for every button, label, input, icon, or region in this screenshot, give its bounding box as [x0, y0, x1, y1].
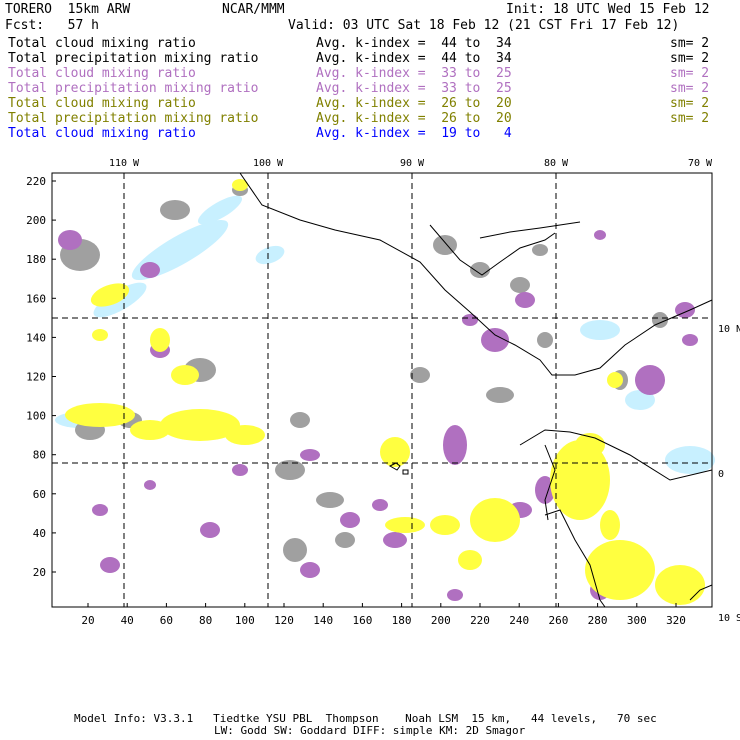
purple-field-area [594, 230, 606, 240]
weather-map: 110 W 100 W 90 W 80 W 70 W 10 N 0 10 S 220 200 180… [26, 158, 740, 627]
galapagos-islands [388, 462, 409, 475]
model-info-line2: LW: Godd SW: Goddard DIFF: simple KM: 2D… [214, 724, 526, 737]
purple-field-area [340, 512, 360, 528]
gray-field-area [290, 412, 310, 428]
x-tick-label: 240 [509, 614, 529, 627]
longitude-label: 90 W [400, 158, 425, 169]
gray-field-area [160, 200, 190, 220]
lightblue-field-area [255, 245, 285, 265]
gray-field-area [316, 492, 344, 508]
x-tick-label: 140 [313, 614, 333, 627]
purple-field-area [635, 365, 665, 395]
x-tick-label: 60 [160, 614, 173, 627]
gray-field-area [470, 262, 490, 278]
y-tick-label: 40 [33, 527, 46, 540]
purple-field-area [443, 425, 467, 465]
x-tick-label: 260 [548, 614, 568, 627]
y-tick-label: 180 [26, 253, 46, 266]
purple-field-area [144, 480, 156, 490]
purple-field-area [515, 292, 535, 308]
x-tick-label: 100 [235, 614, 255, 627]
purple-field-area [300, 449, 320, 461]
gray-field-area [410, 367, 430, 383]
purple-field-area [462, 314, 478, 326]
purple-field-area [232, 464, 248, 476]
yellow-field-area [607, 372, 623, 388]
longitude-label: 100 W [253, 158, 284, 169]
y-tick-label: 100 [26, 410, 46, 423]
longitude-label: 80 W [544, 158, 569, 169]
purple-field-area [372, 499, 388, 511]
purple-field-area [300, 562, 320, 578]
latitude-label: 0 [718, 469, 724, 480]
purple-field-area [447, 589, 463, 601]
gray-field-area [283, 538, 307, 562]
x-tick-label: 200 [431, 614, 451, 627]
x-tick-label: 220 [470, 614, 490, 627]
x-tick-label: 300 [627, 614, 647, 627]
x-tick-label: 180 [392, 614, 412, 627]
purple-field-area [140, 262, 160, 278]
lightblue-field-area [131, 219, 229, 281]
yellow-field-area [171, 365, 199, 385]
gray-field-area [510, 277, 530, 293]
y-tick-label: 140 [26, 331, 46, 344]
yellow-field-area [585, 540, 655, 600]
yellow-field-area [430, 515, 460, 535]
yellow-field-area [150, 328, 170, 352]
x-tick-label: 280 [588, 614, 608, 627]
yellow-field-area [92, 329, 108, 341]
gray-field-area [537, 332, 553, 348]
yellow-field-area [458, 550, 482, 570]
purple-field-area [92, 504, 108, 516]
y-tick-label: 80 [33, 449, 46, 462]
yellow-field-area [225, 425, 265, 445]
coastline [479, 221, 581, 239]
x-tick-label: 320 [666, 614, 686, 627]
longitude-label: 70 W [688, 158, 713, 169]
y-tick-label: 120 [26, 371, 46, 384]
purple-field-area [200, 522, 220, 538]
lightblue-field-area [665, 446, 715, 474]
y-tick-label: 60 [33, 488, 46, 501]
x-tick-label: 80 [199, 614, 212, 627]
yellow-field-area [655, 565, 705, 605]
purple-field-area [383, 532, 407, 548]
y-tick-label: 220 [26, 175, 46, 188]
x-tick-label: 20 [81, 614, 94, 627]
latitude-label: 10 N [718, 324, 740, 335]
x-tick-label: 120 [274, 614, 294, 627]
purple-field-area [58, 230, 82, 250]
purple-field-area [682, 334, 698, 346]
yellow-field-area [600, 510, 620, 540]
yellow-field-area [385, 517, 425, 533]
lightblue-field-area [580, 320, 620, 340]
yellow-field-area [470, 498, 520, 542]
x-tick-label: 40 [121, 614, 134, 627]
purple-field-area [100, 557, 120, 573]
gray-field-area [532, 244, 548, 256]
gray-field-area [486, 387, 514, 403]
y-tick-label: 160 [26, 292, 46, 305]
gray-field-area [335, 532, 355, 548]
y-tick-label: 200 [26, 214, 46, 227]
yellow-field-area [130, 420, 170, 440]
longitude-label: 110 W [109, 158, 140, 169]
x-tick-label: 160 [352, 614, 372, 627]
latitude-label: 10 S [718, 613, 740, 624]
gray-field-area [275, 460, 305, 480]
y-tick-label: 20 [33, 566, 46, 579]
